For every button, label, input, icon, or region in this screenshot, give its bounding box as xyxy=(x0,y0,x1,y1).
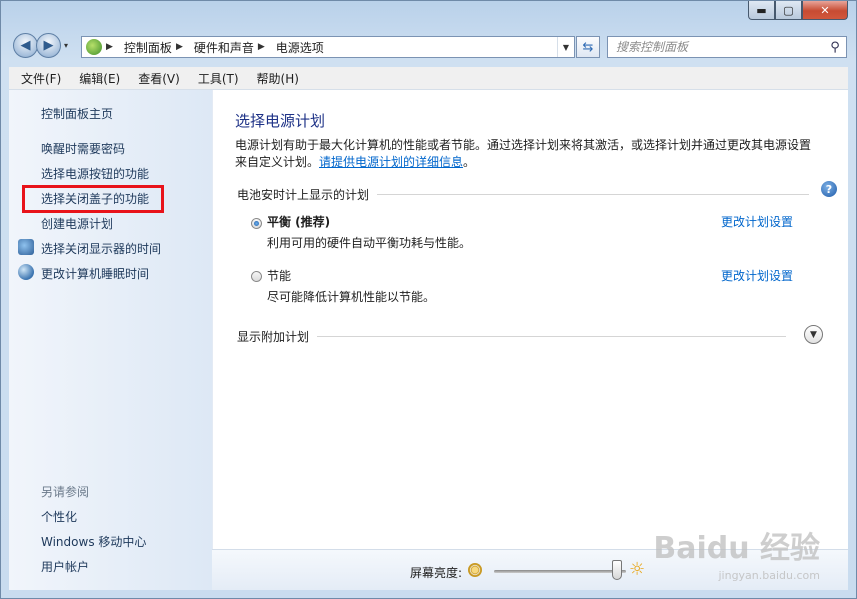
breadcrumb-arrow-icon[interactable]: ▶ xyxy=(258,42,265,52)
navigation-buttons: ◀ ▶ ▾ xyxy=(13,33,68,58)
back-button[interactable]: ◀ xyxy=(13,33,38,58)
search-box[interactable]: ⚲ xyxy=(607,36,847,58)
baidu-watermark-url: jingyan.baidu.com xyxy=(718,569,820,582)
forward-button[interactable]: ▶ xyxy=(36,33,61,58)
menu-file[interactable]: 文件(F) xyxy=(15,70,67,87)
task-pane: 控制面板主页 唤醒时需要密码 选择电源按钮的功能 选择关闭盖子的功能 创建电源计… xyxy=(9,90,213,590)
balanced-radio[interactable] xyxy=(251,218,262,229)
window-controls: ▬ ▢ ✕ xyxy=(748,1,848,20)
page-description: 电源计划有助于最大化计算机的性能或者节能。通过选择计划来将其激活，或选择计划并通… xyxy=(235,137,820,171)
menu-bar: 文件(F) 编辑(E) 查看(V) 工具(T) 帮助(H) xyxy=(9,67,848,90)
refresh-button[interactable]: ⇆ xyxy=(576,36,600,58)
balanced-plan-desc: 利用可用的硬件自动平衡功耗与性能。 xyxy=(267,236,472,250)
brightness-label: 屏幕亮度: xyxy=(410,566,463,580)
brightness-slider-track[interactable] xyxy=(494,570,626,573)
menu-help[interactable]: 帮助(H) xyxy=(251,70,305,87)
see-also-mobility-center[interactable]: Windows 移动中心 xyxy=(41,533,146,550)
balanced-plan-name[interactable]: 平衡 (推荐) xyxy=(267,213,330,230)
control-panel-window: ▬ ▢ ✕ ◀ ▶ ▾ ▶ 控制面板 ▶ 硬件和声音 ▶ 电源选项 ▼ ⇆ ⚲ … xyxy=(0,0,857,599)
power-saver-radio[interactable] xyxy=(251,271,262,282)
additional-plans-label[interactable]: 显示附加计划 xyxy=(237,328,309,345)
plan-details-link[interactable]: 请提供电源计划的详细信息 xyxy=(319,155,463,169)
power-saver-plan-name[interactable]: 节能 xyxy=(267,267,291,284)
power-saver-change-settings-link[interactable]: 更改计划设置 xyxy=(721,267,793,284)
sidebar-item-sleep-time[interactable]: 更改计算机睡眠时间 xyxy=(41,265,149,282)
help-icon[interactable]: ? xyxy=(821,181,837,197)
minimize-button[interactable]: ▬ xyxy=(748,1,775,20)
page-title: 选择电源计划 xyxy=(235,112,326,130)
group-divider xyxy=(317,336,786,337)
recent-pages-dropdown[interactable]: ▾ xyxy=(64,41,68,50)
display-timer-icon xyxy=(18,239,34,255)
battery-group-label: 电池安时计上显示的计划 xyxy=(237,188,370,202)
refresh-icon: ⇆ xyxy=(582,39,594,55)
bright-sun-icon: ☼ xyxy=(629,559,646,580)
see-also-personalization[interactable]: 个性化 xyxy=(41,508,77,525)
sidebar-item-control-panel-home[interactable]: 控制面板主页 xyxy=(41,105,113,122)
breadcrumb-arrow-icon[interactable]: ▶ xyxy=(176,42,183,52)
power-saver-plan-desc: 尽可能降低计算机性能以节能。 xyxy=(267,290,436,304)
additional-plans-group[interactable]: 显示附加计划 xyxy=(237,328,792,345)
description-end: 。 xyxy=(463,155,476,169)
close-button[interactable]: ✕ xyxy=(802,1,848,20)
breadcrumb-hardware-sound[interactable]: 硬件和声音 xyxy=(194,39,254,56)
breadcrumb-arrow-icon[interactable]: ▶ xyxy=(106,42,113,52)
search-input[interactable] xyxy=(608,39,824,55)
brightness-bar: 屏幕亮度: ☼ Baidu 经验 jingyan.baidu.com xyxy=(212,531,848,590)
see-also-heading: 另请参阅 xyxy=(41,485,90,499)
control-panel-icon xyxy=(86,39,102,55)
search-icon[interactable]: ⚲ xyxy=(824,40,846,55)
address-bar[interactable]: ▶ 控制面板 ▶ 硬件和声音 ▶ 电源选项 ▼ xyxy=(81,36,575,58)
sidebar-item-require-password[interactable]: 唤醒时需要密码 xyxy=(41,140,125,157)
sidebar-item-create-plan[interactable]: 创建电源计划 xyxy=(41,215,113,232)
breadcrumb-control-panel[interactable]: 控制面板 xyxy=(124,39,172,56)
address-dropdown-icon[interactable]: ▼ xyxy=(557,37,574,57)
menu-tools[interactable]: 工具(T) xyxy=(192,70,245,87)
dim-brightness-icon xyxy=(468,563,482,577)
menu-edit[interactable]: 编辑(E) xyxy=(73,70,126,87)
chevron-down-icon[interactable]: ▼ xyxy=(804,325,823,344)
highlight-annotation xyxy=(22,185,164,213)
group-divider xyxy=(377,194,809,195)
menu-view[interactable]: 查看(V) xyxy=(132,70,186,87)
brightness-slider-thumb[interactable] xyxy=(611,560,622,580)
sidebar-item-display-off[interactable]: 选择关闭显示器的时间 xyxy=(41,240,161,257)
balanced-change-settings-link[interactable]: 更改计划设置 xyxy=(721,213,793,230)
maximize-button[interactable]: ▢ xyxy=(775,1,802,20)
battery-plans-group: 电池安时计上显示的计划 xyxy=(237,186,809,203)
content-area: 控制面板主页 唤醒时需要密码 选择电源按钮的功能 选择关闭盖子的功能 创建电源计… xyxy=(9,90,848,590)
baidu-watermark: Baidu 经验 xyxy=(653,531,820,566)
sidebar-item-power-button[interactable]: 选择电源按钮的功能 xyxy=(41,165,149,182)
sleep-moon-icon xyxy=(18,264,34,280)
breadcrumb-power-options[interactable]: 电源选项 xyxy=(276,39,324,56)
see-also-user-accounts[interactable]: 用户帐户 xyxy=(41,558,89,575)
